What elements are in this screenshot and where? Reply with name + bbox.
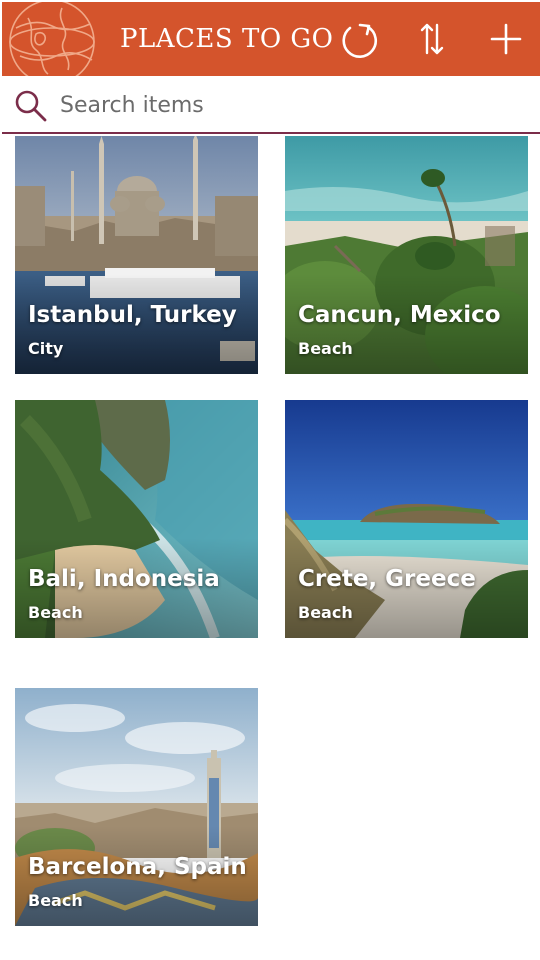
sort-button[interactable]: [409, 16, 455, 62]
place-category: Beach: [298, 603, 353, 622]
place-category: Beach: [298, 339, 353, 358]
add-button[interactable]: [483, 16, 529, 62]
place-card-cancun[interactable]: Cancun, Mexico Beach: [285, 136, 528, 374]
place-card-barcelona[interactable]: Barcelona, Spain Beach: [15, 688, 258, 926]
place-card-crete[interactable]: Crete, Greece Beach: [285, 400, 528, 638]
app-header: PLACES TO GO: [2, 2, 540, 76]
place-name: Crete, Greece: [298, 566, 476, 592]
globe-icon: [9, 2, 95, 76]
place-card-bali[interactable]: Bali, Indonesia Beach: [15, 400, 258, 638]
place-category: Beach: [28, 891, 83, 910]
place-name: Barcelona, Spain: [28, 854, 247, 880]
refresh-icon: [342, 23, 378, 58]
add-icon: [490, 23, 522, 55]
place-category: City: [28, 339, 64, 358]
page-title: PLACES TO GO: [120, 24, 334, 54]
search-input[interactable]: [60, 86, 520, 124]
place-name: Istanbul, Turkey: [28, 302, 237, 328]
place-name: Bali, Indonesia: [28, 566, 220, 592]
refresh-button[interactable]: [335, 16, 381, 62]
sort-icon: [420, 23, 444, 55]
search-bar: [2, 76, 540, 134]
place-category: Beach: [28, 603, 83, 622]
search-icon: [15, 90, 47, 122]
place-card-istanbul[interactable]: Istanbul, Turkey City: [15, 136, 258, 374]
place-name: Cancun, Mexico: [298, 302, 501, 328]
